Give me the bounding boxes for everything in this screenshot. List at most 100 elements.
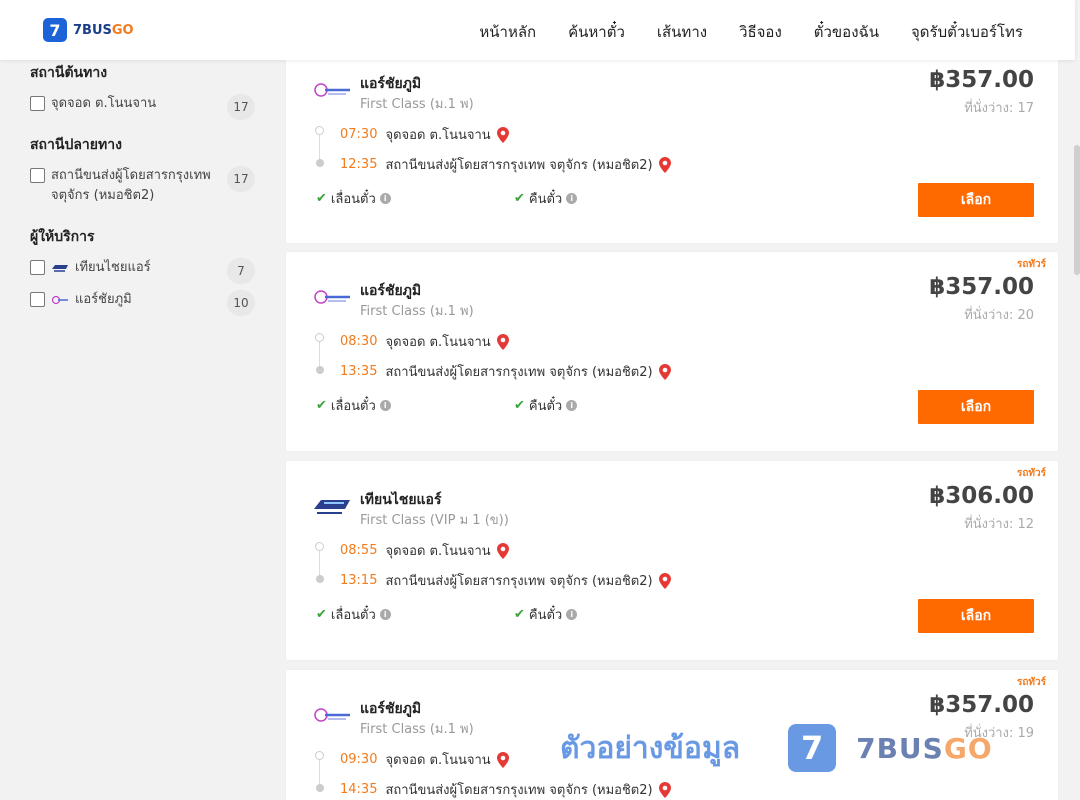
filter-operator-item[interactable]: แอร์ชัยภูมิ 10 xyxy=(30,290,255,316)
filter-origin: สถานีต้นทาง จุดจอด ต.โนนจาน 17 xyxy=(30,62,255,120)
departure-stop: 08:30 จุดจอด ต.โนนจาน xyxy=(340,331,509,352)
select-trip-button[interactable]: เลือก xyxy=(918,183,1034,217)
arrival-station: สถานีขนส่งผู้โดยสารกรุงเทพ จตุจักร (หมอช… xyxy=(385,574,653,589)
select-trip-button[interactable]: เลือก xyxy=(918,390,1034,424)
nav-ticket-pickup[interactable]: จุดรับตั๋วเบอร์โทร xyxy=(911,20,1023,44)
filter-operator-title: ผู้ให้บริการ xyxy=(30,229,95,245)
arrival-time: 13:35 xyxy=(340,364,378,379)
departure-stop: 08:55 จุดจอด ต.โนนจาน xyxy=(340,540,509,561)
map-pin-icon[interactable] xyxy=(658,156,671,173)
trip-price: ฿357.00 xyxy=(929,692,1034,718)
airchaiyaphum-logo-icon xyxy=(314,708,350,722)
trip-card: รถทัวร์ เทียนไชยแอร์ First Class (VIP ม … xyxy=(286,461,1058,660)
departure-dot xyxy=(315,333,324,342)
destination-checkbox[interactable] xyxy=(30,168,45,183)
arrival-stop: 13:15 สถานีขนส่งผู้โดยสารกรุงเทพ จตุจักร… xyxy=(340,570,671,591)
departure-stop: 09:30 จุดจอด ต.โนนจาน xyxy=(340,749,509,770)
map-pin-icon[interactable] xyxy=(658,363,671,380)
select-trip-button[interactable]: เลือก xyxy=(918,599,1034,633)
arrival-station: สถานีขนส่งผู้โดยสารกรุงเทพ จตุจักร (หมอช… xyxy=(385,365,653,380)
bus-class: First Class (ม.1 พ) xyxy=(360,304,474,319)
trip-price: ฿306.00 xyxy=(929,483,1034,509)
info-icon[interactable]: i xyxy=(379,193,391,204)
bus-class: First Class (ม.1 พ) xyxy=(360,97,474,112)
airchaiyaphum-logo-icon xyxy=(314,83,350,97)
filter-count-badge: 10 xyxy=(227,290,255,316)
nav-my-tickets[interactable]: ตั๋วของฉัน xyxy=(814,20,879,44)
arrival-station: สถานีขนส่งผู้โดยสารกรุงเทพ จตุจักร (หมอช… xyxy=(385,783,653,798)
bus-class: First Class (ม.1 พ) xyxy=(360,722,474,737)
nav-search-ticket[interactable]: ค้นหาตั๋ว xyxy=(568,20,625,44)
refund-policy: ✔ คืนตั๋ว i xyxy=(514,395,578,416)
scrollbar-thumb[interactable] xyxy=(1074,145,1080,275)
page-scrollbar[interactable] xyxy=(1074,0,1080,800)
operator-checkbox[interactable] xyxy=(30,292,45,307)
check-icon: ✔ xyxy=(316,607,327,622)
filter-origin-item[interactable]: จุดจอด ต.โนนจาน 17 xyxy=(30,94,255,120)
origin-checkbox[interactable] xyxy=(30,96,45,111)
filter-item-label-wrap: แอร์ชัยภูมิ xyxy=(51,290,216,310)
reschedule-label: เลื่อนตั๋ว xyxy=(330,192,376,207)
trip-card: รถทัวร์ แอร์ชัยภูมิ First Class (ม.1 พ) … xyxy=(286,670,1058,800)
reschedule-label: เลื่อนตั๋ว xyxy=(330,399,376,414)
filter-destination-title: สถานีปลายทาง xyxy=(30,137,122,153)
filter-item-label: จุดจอด ต.โนนจาน xyxy=(51,96,157,111)
arrival-time: 13:15 xyxy=(340,573,378,588)
refund-label: คืนตั๋ว xyxy=(528,192,563,207)
arrival-dot xyxy=(316,784,324,792)
map-pin-icon[interactable] xyxy=(496,333,509,350)
operator-checkbox[interactable] xyxy=(30,260,45,275)
airchaiyaphum-logo-icon xyxy=(51,295,68,304)
departure-station: จุดจอด ต.โนนจาน xyxy=(385,544,491,559)
map-pin-icon[interactable] xyxy=(658,781,671,798)
info-icon[interactable]: i xyxy=(566,193,578,204)
info-icon[interactable]: i xyxy=(566,609,578,620)
logo-text-go: GO xyxy=(111,22,134,38)
filter-destination-item[interactable]: สถานีขนส่งผู้โดยสารกรุงเทพ จตุจักร (หมอช… xyxy=(30,166,255,210)
refund-label: คืนตั๋ว xyxy=(528,608,563,623)
route-line xyxy=(319,132,320,162)
departure-station: จุดจอด ต.โนนจาน xyxy=(385,335,491,350)
trip-card-body: เทียนไชยแอร์ First Class (VIP ม 1 (ข)) ฿… xyxy=(286,469,1058,659)
filter-count-badge: 7 xyxy=(227,258,255,284)
filter-count-badge: 17 xyxy=(227,166,255,192)
bus-class: First Class (VIP ม 1 (ข)) xyxy=(360,513,509,528)
map-pin-icon[interactable] xyxy=(658,572,671,589)
operator-name: แอร์ชัยภูมิ xyxy=(360,76,422,92)
trip-price: ฿357.00 xyxy=(929,274,1034,300)
filter-sidebar: สถานีต้นทาง จุดจอด ต.โนนจาน 17 สถานีปลาย… xyxy=(30,62,255,330)
tianchai-logo-icon xyxy=(52,264,68,272)
info-icon[interactable]: i xyxy=(379,609,391,620)
filter-operator-item[interactable]: เทียนไชยแอร์ 7 xyxy=(30,258,255,284)
operator-name: เทียนไชยแอร์ xyxy=(360,492,442,508)
map-pin-icon[interactable] xyxy=(496,126,509,143)
airchaiyaphum-logo-icon xyxy=(314,290,350,304)
map-pin-icon[interactable] xyxy=(496,542,509,559)
main-nav: หน้าหลัก ค้นหาตั๋ว เส้นทาง วิธีจอง ตั๋วข… xyxy=(479,20,1023,44)
trip-card: แอร์ชัยภูมิ First Class (ม.1 พ) ฿357.00 … xyxy=(286,53,1058,243)
departure-time: 07:30 xyxy=(340,127,378,142)
nav-how-to-book[interactable]: วิธีจอง xyxy=(739,20,782,44)
nav-home[interactable]: หน้าหลัก xyxy=(479,20,536,44)
filter-origin-title: สถานีต้นทาง xyxy=(30,65,108,81)
departure-dot xyxy=(315,751,324,760)
info-icon[interactable]: i xyxy=(379,400,391,411)
filter-operator: ผู้ให้บริการ เทียนไชยแอร์ 7 แอร์ชัยภูมิ … xyxy=(30,226,255,316)
logo-mark: 7 xyxy=(43,18,67,42)
arrival-stop: 14:35 สถานีขนส่งผู้โดยสารกรุงเทพ จตุจักร… xyxy=(340,779,671,800)
nav-routes[interactable]: เส้นทาง xyxy=(657,20,707,44)
filter-item-label: เทียนไชยแอร์ xyxy=(75,260,151,275)
departure-dot xyxy=(315,542,324,551)
logo-text-main: 7BUS xyxy=(73,22,112,38)
site-header: 7 7BUSGO หน้าหลัก ค้นหาตั๋ว เส้นทาง วิธี… xyxy=(0,0,1075,60)
route-line xyxy=(319,757,320,787)
arrival-stop: 13:35 สถานีขนส่งผู้โดยสารกรุงเทพ จตุจักร… xyxy=(340,361,671,382)
site-logo[interactable]: 7 7BUSGO xyxy=(43,18,134,42)
refund-label: คืนตั๋ว xyxy=(528,399,563,414)
map-pin-icon[interactable] xyxy=(496,751,509,768)
departure-station: จุดจอด ต.โนนจาน xyxy=(385,753,491,768)
filter-item-label: แอร์ชัยภูมิ xyxy=(75,292,132,307)
departure-time: 08:55 xyxy=(340,543,378,558)
check-icon: ✔ xyxy=(316,398,327,413)
info-icon[interactable]: i xyxy=(566,400,578,411)
